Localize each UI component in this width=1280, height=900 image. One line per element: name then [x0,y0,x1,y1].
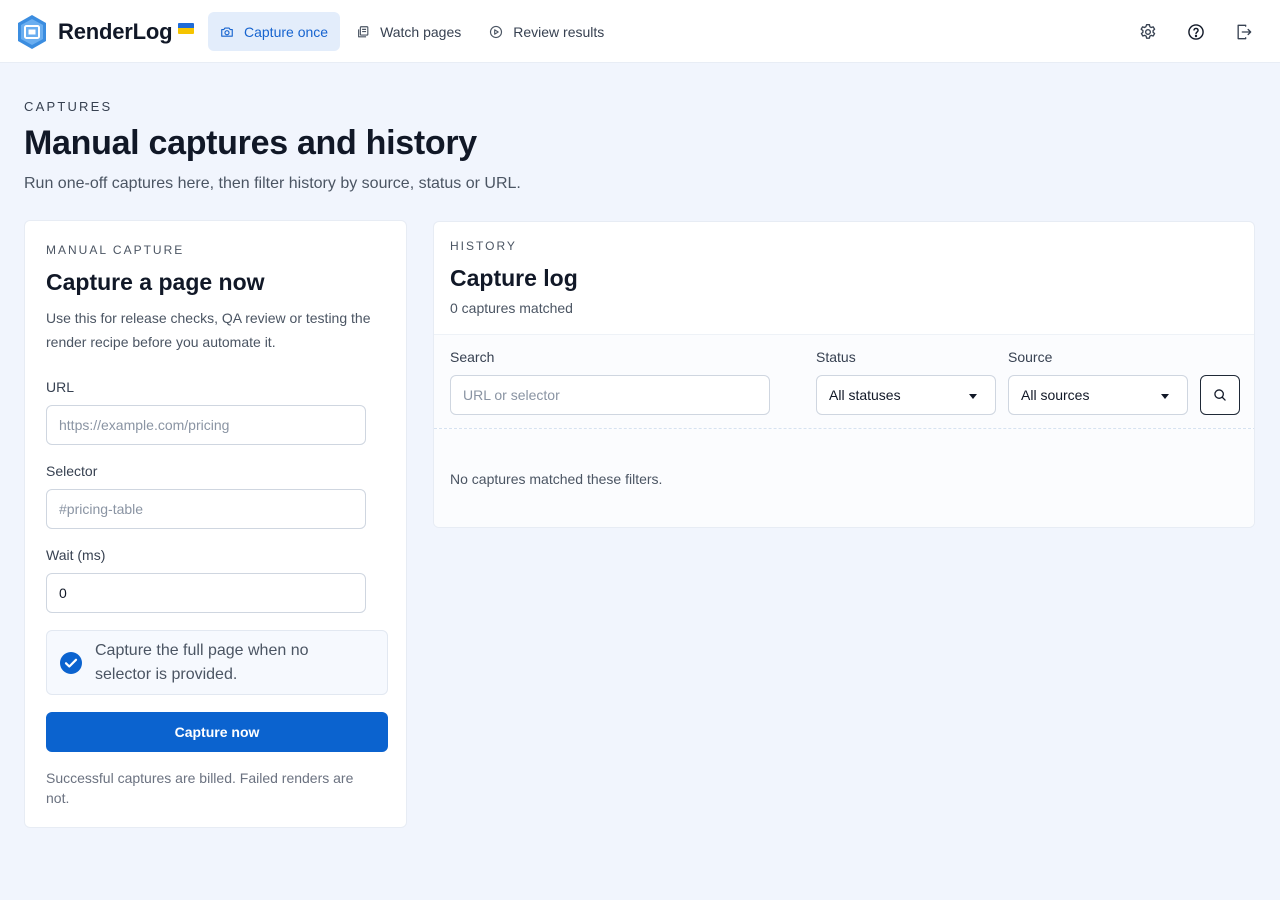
manual-title: Capture a page now [46,269,265,295]
caret-down-icon [969,394,977,399]
full-page-option[interactable]: Capture the full page when no selector i… [46,630,388,695]
app-logo-icon [16,14,48,50]
full-page-label: Capture the full page when no selector i… [95,642,309,683]
selector-input[interactable] [46,489,366,529]
logout-icon [1234,22,1254,42]
search-icon [1214,389,1226,401]
source-label: Source [1008,349,1053,365]
billing-note: Successful captures are billed. Failed r… [46,770,354,806]
app-name: RenderLog [58,19,173,44]
history-title: Capture log [450,265,578,291]
status-select[interactable]: All statuses [816,375,996,415]
help-circle-icon [1186,22,1206,42]
wait-input[interactable] [46,573,366,613]
url-label: URL [46,379,75,395]
toolbar [1116,16,1260,48]
top-bar: RenderLog Capture once Watch pages Revie… [0,0,1280,63]
nav-capture-once[interactable]: Capture once [208,12,341,51]
nav-review-results[interactable]: Review results [477,12,616,51]
match-count: 0 captures matched [450,300,573,316]
capture-now-button[interactable]: Capture now [46,712,388,752]
manual-description: Use this for release checks, QA review o… [46,310,371,350]
gear-icon [1138,22,1158,42]
logout-button[interactable] [1228,16,1260,48]
nav-label: Capture once [244,23,329,40]
search-label: Search [450,349,495,365]
wait-label: Wait (ms) [46,547,106,563]
caret-down-icon [1161,394,1169,399]
page-subtitle: Run one-off captures here, then filter h… [24,175,521,192]
copy-icon [356,25,370,39]
page-eyebrow: CAPTURES [24,99,113,114]
play-circle-icon [489,25,503,39]
page-title: Manual captures and history [24,124,477,162]
manual-eyebrow: MANUAL CAPTURE [46,243,185,257]
history-card: HISTORY Capture log 0 captures matched S… [433,221,1255,528]
source-select[interactable]: All sources [1008,375,1188,415]
full-page-checkbox[interactable] [59,651,83,675]
source-selected: All sources [1021,387,1090,403]
manual-capture-card: MANUAL CAPTURE Capture a page now Use th… [24,220,407,828]
search-input[interactable] [450,375,770,415]
settings-button[interactable] [1132,16,1164,48]
nav-label: Watch pages [380,23,462,40]
main-nav: Capture once Watch pages Review results [208,12,620,51]
brand[interactable]: RenderLog [16,14,195,50]
selector-label: Selector [46,463,98,479]
url-input[interactable] [46,405,366,445]
flag-icon [178,22,195,34]
nav-watch-pages[interactable]: Watch pages [344,12,473,51]
status-label: Status [816,349,856,365]
results-area: No captures matched these filters. [434,429,1254,527]
status-selected: All statuses [829,387,901,403]
camera-icon [220,25,234,39]
search-button[interactable] [1200,375,1240,415]
history-eyebrow: HISTORY [450,239,517,253]
checkmark-circle-icon [60,652,82,674]
history-filters: Search Status All statuses Source All so… [434,335,1254,428]
help-button[interactable] [1180,16,1212,48]
nav-label: Review results [513,23,605,40]
empty-state-message: No captures matched these filters. [450,471,663,487]
